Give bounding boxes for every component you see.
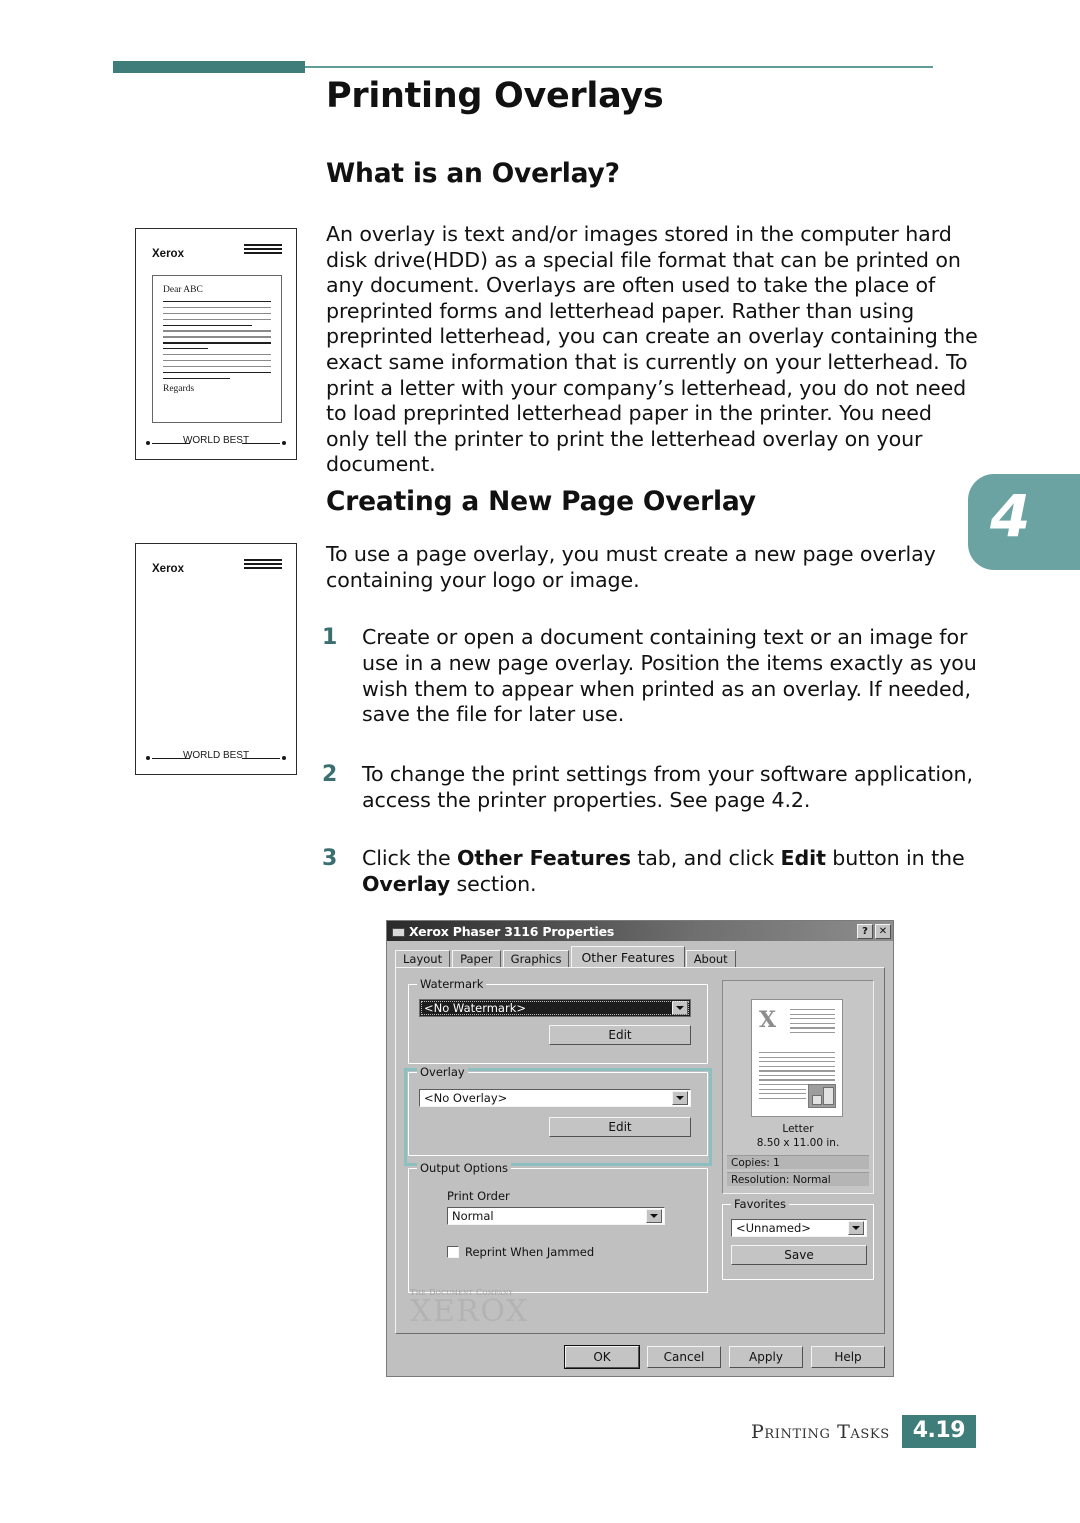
footer-line-right [242,443,280,445]
letterhead-bars-icon [244,559,282,572]
letterhead-bars-icon [244,244,282,257]
header-rule [113,61,933,73]
reprint-when-jammed-label: Reprint When Jammed [465,1245,595,1259]
group-favorites: Favorites <Unnamed> Save [722,1197,874,1280]
chevron-down-icon[interactable] [672,1091,688,1105]
section-heading-what-is-overlay: What is an Overlay? [326,158,620,189]
xerox-logo: The Document Company XEROX [410,1288,610,1327]
preview-copies: Copies: 1 [727,1155,869,1169]
dialog-button-row: OK Cancel Apply Help [557,1345,885,1369]
figure-letter-body: Dear ABC Regards [152,275,282,423]
watermark-edit-button[interactable]: Edit [549,1025,691,1045]
tab-layout[interactable]: Layout [395,950,451,967]
step-number: 1 [322,625,338,650]
paragraph-what-is-overlay: An overlay is text and/or images stored … [326,222,978,477]
figure-salutation: Dear ABC [163,285,203,295]
overlay-combo[interactable]: <No Overlay> [419,1089,691,1107]
close-button[interactable]: ✕ [875,923,891,939]
tab-other-features[interactable]: Other Features [571,946,685,967]
watermark-combo[interactable]: <No Watermark> [419,999,691,1017]
step-number: 2 [322,762,338,787]
reprint-when-jammed-checkbox[interactable]: Reprint When Jammed [447,1245,594,1259]
header-rule-thick [113,61,305,73]
page-title: Printing Overlays [326,76,664,116]
preview-page-thumbnail: X [751,999,843,1117]
print-order-combo[interactable]: Normal [447,1207,665,1225]
favorites-combo[interactable]: <Unnamed> [731,1219,867,1237]
overlay-value: <No Overlay> [424,1091,508,1105]
group-favorites-label: Favorites [731,1197,789,1211]
print-order-value: Normal [452,1209,494,1223]
page-footer: Printing Tasks 4.19 [751,1415,976,1448]
figure-letterhead: Xerox [152,557,284,575]
preview-paper-name: Letter [782,1123,814,1135]
footer-dot-right-icon [282,440,286,445]
section-heading-creating-overlay: Creating a New Page Overlay [326,486,756,517]
preview-image-block-icon [808,1084,836,1108]
figure-text-lines [163,301,271,379]
figure-blank-letterhead: Xerox WORLD BEST [135,543,297,775]
footer-section-label: Printing Tasks [751,1420,890,1443]
chapter-tab: 4 [968,474,1080,570]
group-overlay: Overlay <No Overlay> Edit [408,1065,708,1156]
overlay-edit-button[interactable]: Edit [549,1117,691,1137]
step-number: 3 [322,846,338,871]
tab-about[interactable]: About [685,950,736,967]
preview-paper-size: 8.50 x 11.00 in. [756,1137,840,1149]
printer-properties-dialog: Xerox Phaser 3116 Properties ? ✕ Layout … [386,920,894,1377]
group-output-options: Output Options Print Order Normal Reprin… [408,1161,708,1293]
group-watermark: Watermark <No Watermark> Edit [408,977,708,1064]
apply-button[interactable]: Apply [729,1346,803,1368]
dialog-title: Xerox Phaser 3116 Properties [409,923,615,939]
chevron-down-icon[interactable] [848,1221,864,1235]
preview-header-lines [790,1009,835,1036]
figure-footer: WORLD BEST [146,435,286,450]
figure-footer: WORLD BEST [146,750,286,765]
footer-dot-right-icon [282,755,286,760]
group-output-options-label: Output Options [417,1161,511,1175]
figure-letter-with-content: Xerox Dear ABC Regards WORLD BEST [135,228,297,460]
figure-footer-text: WORLD BEST [182,435,250,446]
xerox-wordmark: XEROX [410,1294,529,1329]
printer-icon [391,925,405,937]
print-preview-panel: X Letter 8.50 x 11.00 in. Copies: 1 Reso… [722,980,874,1194]
figure-brand-label: Xerox [152,248,184,260]
step-text: Click the Other Features tab, and click … [362,846,965,896]
dialog-titlebar[interactable]: Xerox Phaser 3116 Properties ? ✕ [387,921,893,941]
dialog-tabstrip: Layout Paper Graphics Other Features Abo… [395,946,738,967]
list-item: 2 To change the print settings from your… [322,762,977,814]
chevron-down-icon[interactable] [672,1001,688,1015]
checkbox-icon[interactable] [447,1246,459,1258]
cancel-button[interactable]: Cancel [647,1346,721,1368]
group-watermark-label: Watermark [417,977,487,991]
figure-closing: Regards [163,383,195,394]
tab-graphics[interactable]: Graphics [502,950,570,967]
preview-resolution: Resolution: Normal [727,1172,869,1186]
footer-line-right [242,758,280,760]
list-item: 1 Create or open a document containing t… [322,625,977,728]
chapter-tab-number: 4 [990,482,1031,550]
step-text: Create or open a document containing tex… [362,625,977,727]
paragraph-creating-overlay-intro: To use a page overlay, you must create a… [326,542,936,592]
footer-page-number: 4.19 [901,1415,976,1448]
figure-brand-label: Xerox [152,563,184,575]
watermark-value: <No Watermark> [424,1001,526,1015]
list-item: 3 Click the Other Features tab, and clic… [322,846,977,898]
header-rule-thin [305,66,933,68]
preview-logo-x-icon: X [759,1007,777,1033]
tab-panel-other-features: Watermark <No Watermark> Edit Overlay <N… [395,967,885,1334]
help-button[interactable]: ? [857,923,873,939]
figure-footer-text: WORLD BEST [182,750,250,761]
favorites-value: <Unnamed> [736,1221,811,1235]
print-order-label: Print Order [447,1189,510,1203]
help-button[interactable]: Help [811,1346,885,1368]
favorites-save-button[interactable]: Save [731,1245,867,1265]
chevron-down-icon[interactable] [646,1209,662,1223]
ok-button[interactable]: OK [564,1345,640,1369]
tab-paper[interactable]: Paper [452,950,501,967]
figure-letterhead: Xerox [152,242,284,260]
step-text: To change the print settings from your s… [362,762,973,812]
group-overlay-label: Overlay [417,1065,468,1079]
